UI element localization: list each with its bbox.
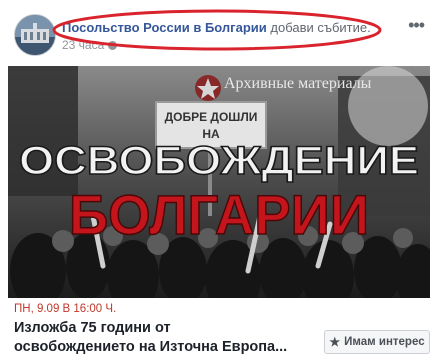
page-avatar[interactable] xyxy=(14,14,56,56)
star-icon: ★ xyxy=(329,335,341,349)
event-title[interactable]: Изложба 75 години от освобождението на И… xyxy=(14,319,304,357)
page-name-link[interactable]: Посольство России в Болгарии xyxy=(62,20,267,35)
archive-banner-text: Архивные материалы xyxy=(224,75,372,92)
sign-line-1: ДОБРЕ ДОШЛИ xyxy=(165,110,258,124)
post-header: Посольство России в Болгарии добави съби… xyxy=(0,0,438,66)
event-date: ПН, 9.09 В 16:00 Ч. xyxy=(14,303,117,315)
event-title-line-1: Изложба 75 години от xyxy=(14,320,171,336)
more-options-icon[interactable]: ••• xyxy=(408,16,425,34)
interested-button-label: Имам интерес xyxy=(344,336,425,348)
post-meta: 23 часа xyxy=(62,38,118,52)
cover-title-line-1: ОСВОБОЖДЕНИЕ xyxy=(19,139,419,183)
globe-icon xyxy=(108,41,118,50)
building-icon xyxy=(15,15,55,55)
event-title-line-2: освобождението на Източна Европа... xyxy=(14,339,288,355)
post-timestamp[interactable]: 23 часа xyxy=(62,38,104,52)
star-emblem-icon xyxy=(195,75,221,101)
interested-button[interactable]: ★ Имам интерес xyxy=(324,330,430,354)
post-action-text: добави събитие. xyxy=(270,20,371,35)
cover-title-line-2: БОЛГАРИИ xyxy=(69,183,369,246)
event-cover-image[interactable]: ДОБРЕ ДОШЛИ НА Архивные материалы ОСВОБО… xyxy=(8,66,430,298)
post-author-line: Посольство России в Болгарии добави съби… xyxy=(62,20,371,35)
